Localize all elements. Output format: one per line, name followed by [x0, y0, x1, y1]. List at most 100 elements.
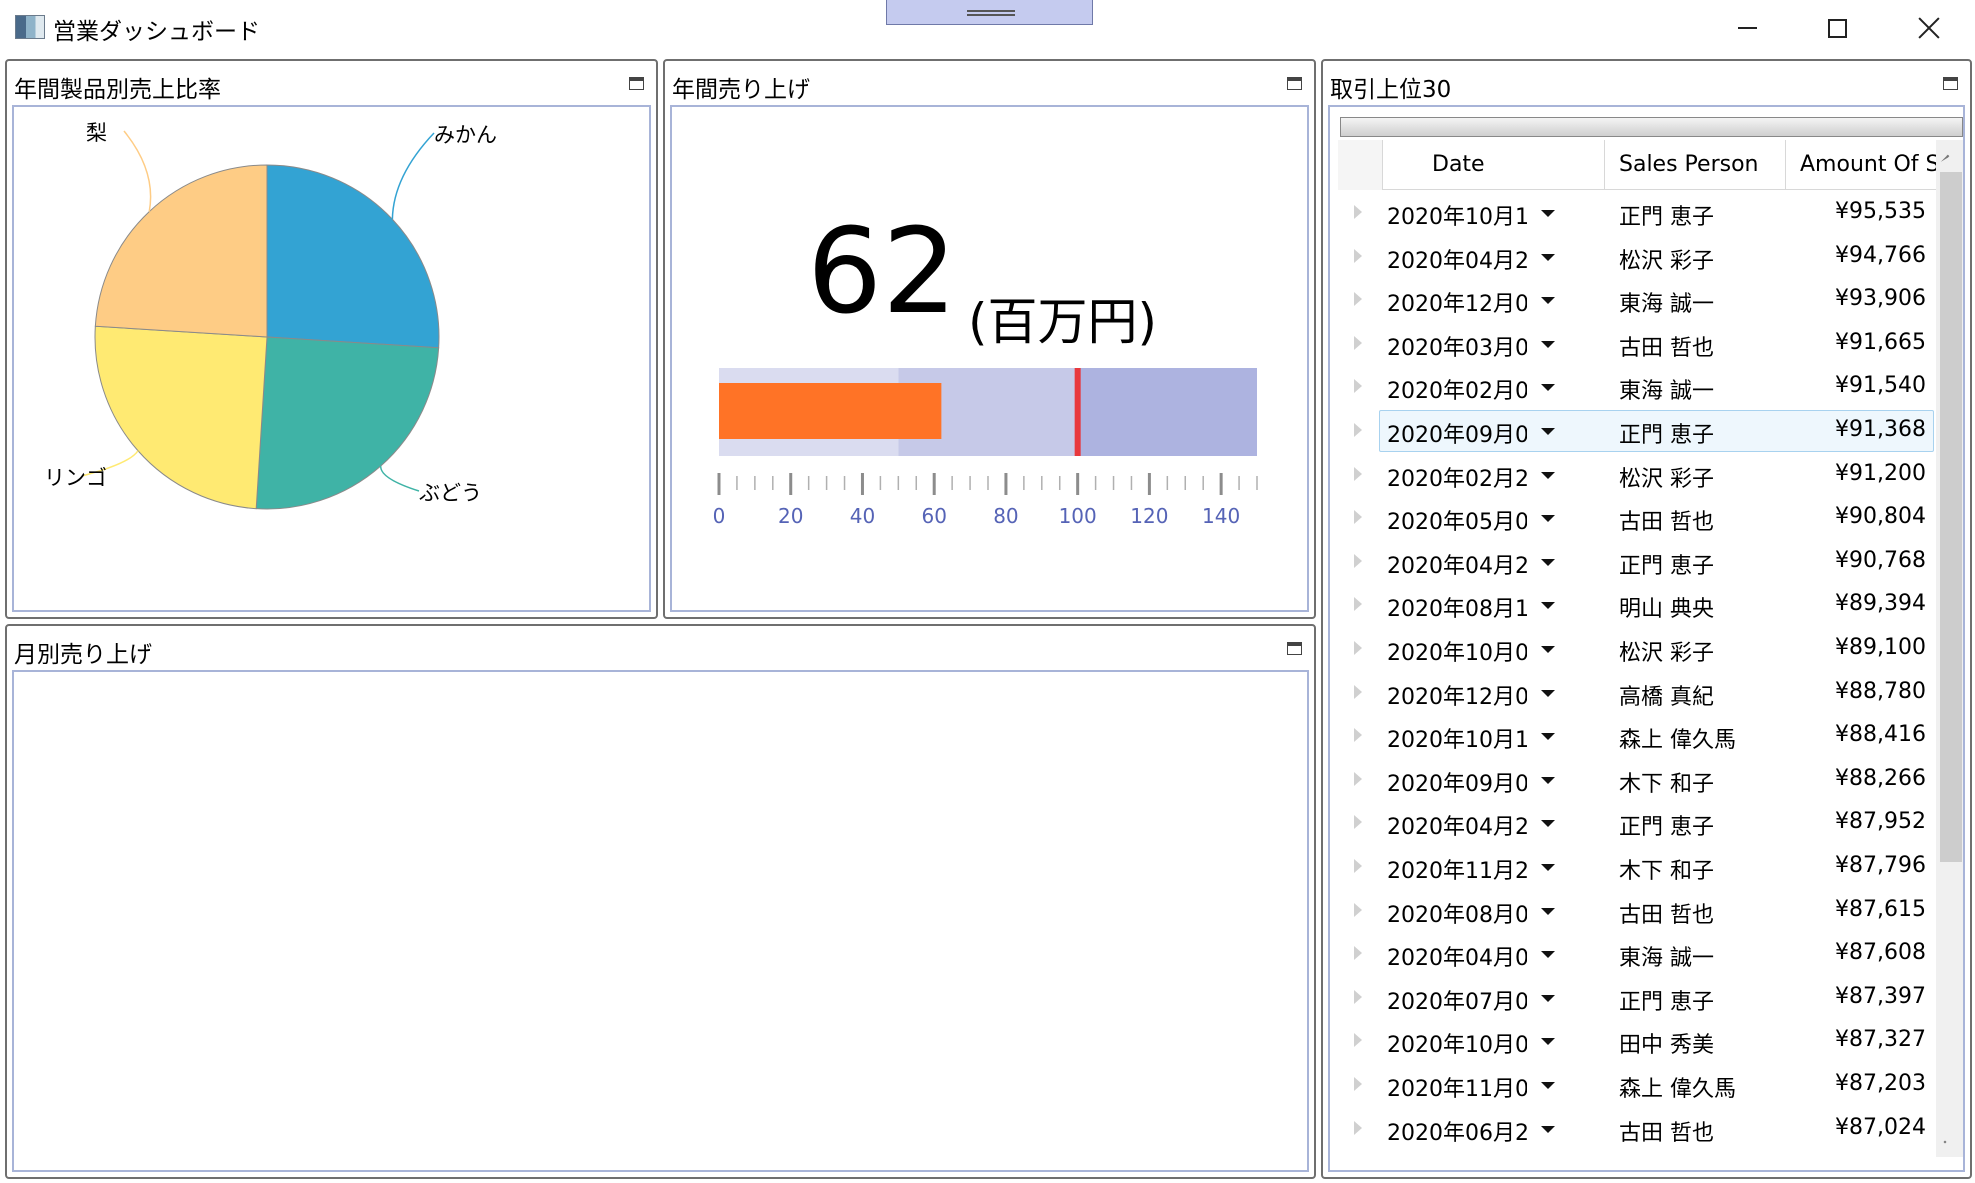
date-dropdown-icon[interactable]: [1541, 558, 1555, 566]
cell-amount[interactable]: ¥94,766: [1835, 243, 1926, 268]
cell-sales-person[interactable]: 松沢 彩子: [1619, 635, 1714, 667]
expand-row-icon[interactable]: [1354, 553, 1362, 568]
expand-row-icon[interactable]: [1354, 684, 1362, 699]
cell-sales-person[interactable]: 正門 恵子: [1619, 417, 1714, 449]
cell-date[interactable]: 2020年11月0: [1387, 1071, 1527, 1103]
pie-slice[interactable]: [266, 164, 440, 349]
cell-sales-person[interactable]: 正門 恵子: [1619, 199, 1714, 231]
cell-date[interactable]: 2020年12月0: [1387, 679, 1527, 711]
cell-sales-person[interactable]: 正門 恵子: [1619, 548, 1714, 580]
table-row[interactable]: 2020年02月2 松沢 彩子 ¥91,200: [1338, 453, 1936, 497]
expand-row-icon[interactable]: [1354, 205, 1362, 219]
cell-amount[interactable]: ¥95,535: [1835, 199, 1926, 224]
table-row[interactable]: 2020年04月2 正門 恵子 ¥90,768: [1338, 540, 1936, 584]
cell-sales-person[interactable]: 森上 偉久馬: [1619, 1071, 1736, 1103]
expand-row-icon[interactable]: [1354, 1033, 1362, 1048]
expand-row-icon[interactable]: [1354, 510, 1362, 525]
cell-date[interactable]: 2020年08月0: [1387, 897, 1527, 929]
expand-row-icon[interactable]: [1354, 597, 1362, 612]
date-dropdown-icon[interactable]: [1541, 602, 1555, 610]
table-row[interactable]: 2020年10月1 正門 恵子 ¥95,535: [1338, 191, 1936, 235]
cell-sales-person[interactable]: 古田 哲也: [1619, 1115, 1714, 1147]
cell-date[interactable]: 2020年12月0: [1387, 286, 1527, 318]
date-dropdown-icon[interactable]: [1541, 471, 1555, 479]
panel-maximize-button[interactable]: [629, 77, 644, 90]
cell-date[interactable]: 2020年09月0: [1387, 417, 1527, 449]
expand-row-icon[interactable]: [1354, 1120, 1362, 1135]
expand-row-icon[interactable]: [1354, 335, 1362, 350]
table-row[interactable]: 2020年10月0 松沢 彩子 ¥89,100: [1338, 627, 1936, 671]
maximize-button[interactable]: [1791, 0, 1883, 56]
expand-row-icon[interactable]: [1354, 379, 1362, 394]
cell-sales-person[interactable]: 東海 誠一: [1619, 940, 1714, 972]
cell-amount[interactable]: ¥88,780: [1835, 679, 1926, 704]
expand-row-icon[interactable]: [1354, 946, 1362, 961]
table-row[interactable]: 2020年05月0 古田 哲也 ¥90,804: [1338, 496, 1936, 540]
cell-amount[interactable]: ¥90,768: [1835, 548, 1926, 573]
cell-amount[interactable]: ¥87,608: [1835, 940, 1926, 965]
expand-row-icon[interactable]: [1354, 292, 1362, 307]
cell-amount[interactable]: ¥87,952: [1835, 809, 1926, 834]
cell-amount[interactable]: ¥88,266: [1835, 766, 1926, 791]
table-row[interactable]: 2020年10月1 森上 偉久馬 ¥88,416: [1338, 714, 1936, 758]
cell-date[interactable]: 2020年04月2: [1387, 243, 1527, 275]
cell-sales-person[interactable]: 古田 哲也: [1619, 330, 1714, 362]
date-dropdown-icon[interactable]: [1541, 646, 1555, 653]
cell-date[interactable]: 2020年08月1: [1387, 591, 1527, 623]
cell-date[interactable]: 2020年10月0: [1387, 635, 1527, 667]
cell-date[interactable]: 2020年09月0: [1387, 766, 1527, 798]
panel-maximize-button[interactable]: [1943, 77, 1958, 90]
date-dropdown-icon[interactable]: [1541, 994, 1555, 1002]
table-row[interactable]: 2020年04月2 正門 恵子 ¥87,952: [1338, 801, 1936, 845]
table-row[interactable]: 2020年11月0 森上 偉久馬 ¥87,203: [1338, 1063, 1936, 1107]
cell-date[interactable]: 2020年11月2: [1387, 853, 1527, 885]
cell-sales-person[interactable]: 古田 哲也: [1619, 504, 1714, 536]
date-dropdown-icon[interactable]: [1541, 253, 1555, 261]
cell-sales-person[interactable]: 森上 偉久馬: [1619, 722, 1736, 754]
date-dropdown-icon[interactable]: [1541, 776, 1555, 784]
table-row[interactable]: 2020年09月0 木下 和子 ¥88,266: [1338, 758, 1936, 802]
drag-grip-handle[interactable]: [886, 0, 1093, 25]
expand-row-icon[interactable]: [1354, 989, 1362, 1004]
expand-row-icon[interactable]: [1354, 423, 1362, 437]
cell-amount[interactable]: ¥93,906: [1835, 286, 1926, 311]
cell-date[interactable]: 2020年03月0: [1387, 330, 1527, 362]
date-dropdown-icon[interactable]: [1541, 1125, 1555, 1133]
expand-row-icon[interactable]: [1354, 771, 1362, 786]
expand-row-icon[interactable]: [1354, 902, 1362, 917]
cell-amount[interactable]: ¥91,368: [1835, 417, 1926, 442]
cell-sales-person[interactable]: 古田 哲也: [1619, 897, 1714, 929]
cell-amount[interactable]: ¥90,804: [1835, 504, 1926, 529]
table-row[interactable]: 2020年03月0 古田 哲也 ¥91,665: [1338, 322, 1936, 366]
date-dropdown-icon[interactable]: [1541, 733, 1555, 741]
date-dropdown-icon[interactable]: [1541, 907, 1555, 915]
table-row[interactable]: 2020年08月0田中 秀美¥86,794: [1338, 1150, 1936, 1157]
minimize-button[interactable]: [1701, 0, 1793, 56]
date-dropdown-icon[interactable]: [1541, 689, 1555, 697]
date-dropdown-icon[interactable]: [1541, 297, 1555, 305]
date-dropdown-icon[interactable]: [1541, 428, 1555, 435]
cell-amount[interactable]: ¥87,024: [1835, 1115, 1926, 1140]
pie-slice[interactable]: [94, 325, 268, 510]
date-dropdown-icon[interactable]: [1541, 340, 1555, 348]
table-row[interactable]: 2020年12月0 東海 誠一 ¥93,906: [1338, 278, 1936, 322]
cell-date[interactable]: 2020年07月0: [1387, 984, 1527, 1016]
table-row[interactable]: 2020年08月1 明山 典央 ¥89,394: [1338, 583, 1936, 627]
date-dropdown-icon[interactable]: [1541, 384, 1555, 392]
date-dropdown-icon[interactable]: [1541, 864, 1555, 871]
cell-date[interactable]: 2020年04月2: [1387, 809, 1527, 841]
expand-row-icon[interactable]: [1354, 815, 1362, 830]
cell-amount[interactable]: ¥89,394: [1835, 591, 1926, 616]
cell-sales-person[interactable]: 正門 恵子: [1619, 809, 1714, 841]
table-row[interactable]: 2020年09月0 正門 恵子 ¥91,368: [1338, 409, 1936, 453]
cell-sales-person[interactable]: 木下 和子: [1619, 766, 1714, 798]
cell-date[interactable]: 2020年04月2: [1387, 548, 1527, 580]
cell-amount[interactable]: ¥88,416: [1835, 722, 1926, 747]
group-panel-bar[interactable]: [1340, 117, 1963, 137]
table-row[interactable]: 2020年04月0 東海 誠一 ¥87,608: [1338, 932, 1936, 976]
cell-amount[interactable]: ¥89,100: [1835, 635, 1926, 660]
cell-sales-person[interactable]: 東海 誠一: [1619, 286, 1714, 318]
date-dropdown-icon[interactable]: [1541, 1082, 1555, 1089]
cell-date[interactable]: 2020年02月0: [1387, 373, 1527, 405]
cell-sales-person[interactable]: 松沢 彩子: [1619, 243, 1714, 275]
